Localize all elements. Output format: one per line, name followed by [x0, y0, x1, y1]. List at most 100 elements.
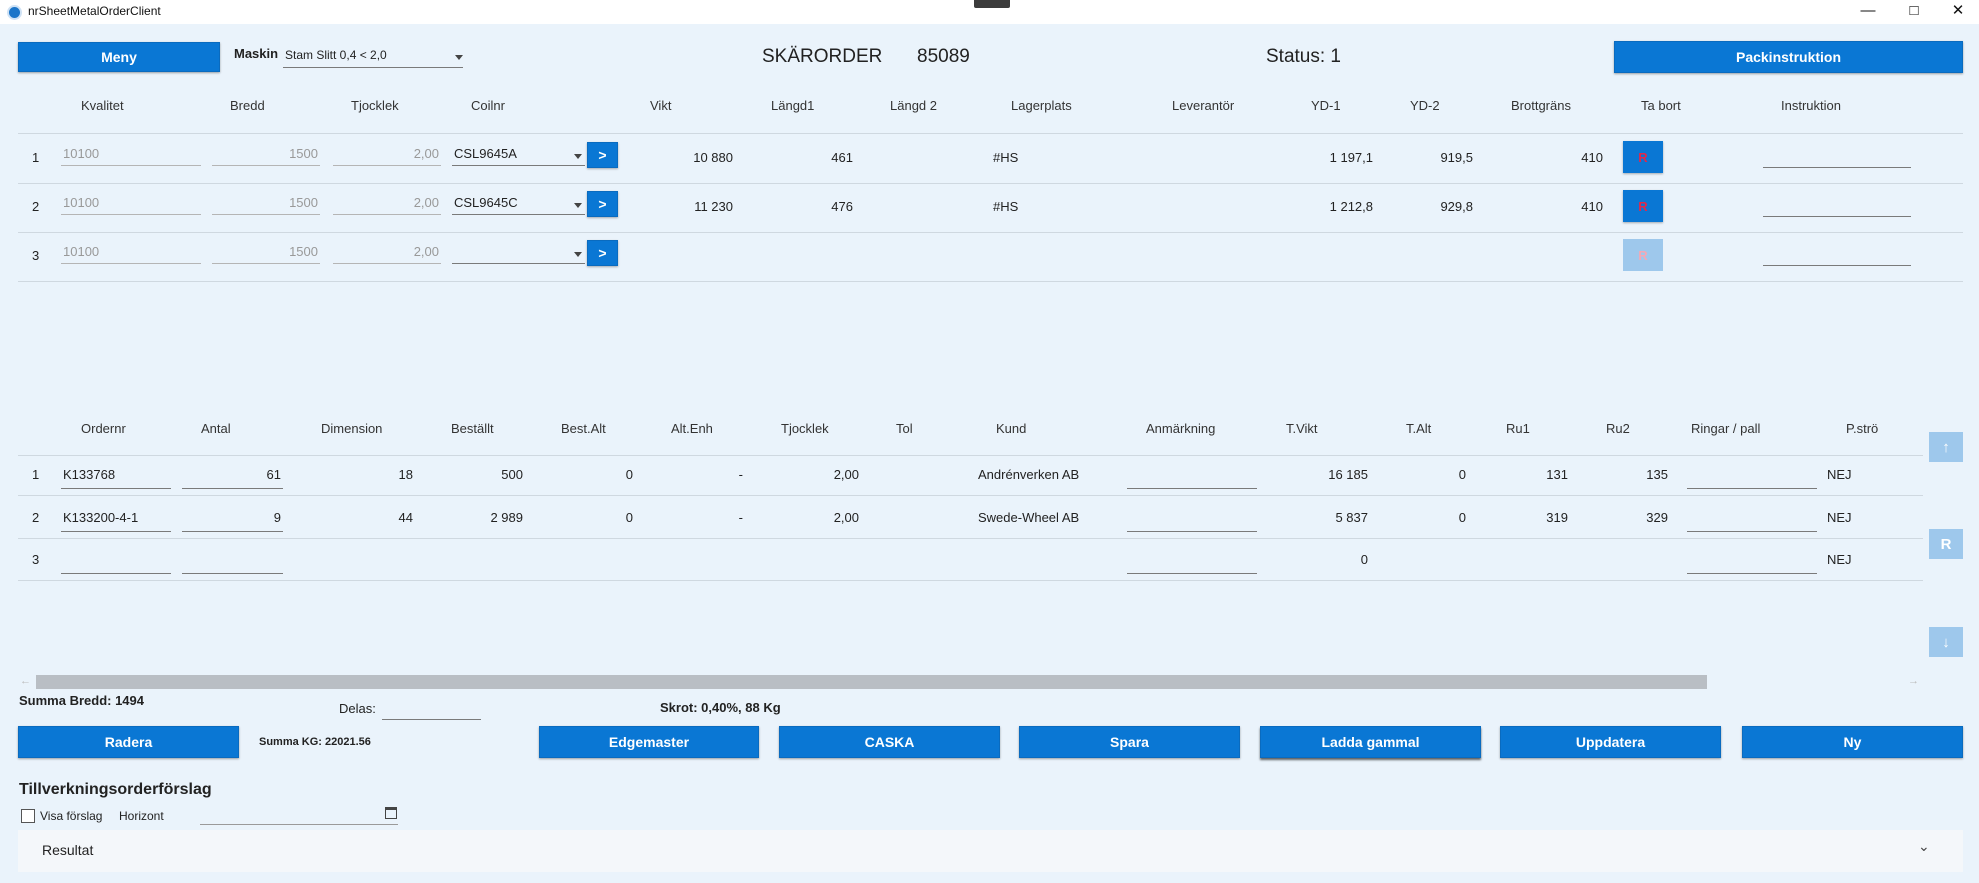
maximize-icon[interactable]: □ — [1891, 0, 1937, 24]
column-header-best-alt: Best.Alt — [561, 421, 606, 436]
width-field[interactable]: 1500 — [212, 244, 320, 264]
column-header-anmarkning: Anmärkning — [1146, 421, 1216, 436]
ordered-alt-value: 0 — [625, 510, 633, 525]
machine-select[interactable]: Stam Slitt 0,4 < 2,0 — [283, 48, 463, 68]
select-coil-button[interactable]: > — [587, 240, 618, 266]
remark-field[interactable] — [1127, 510, 1257, 532]
show-suggestion-checkbox[interactable] — [21, 809, 35, 823]
thickness-field[interactable]: 2,00 — [333, 146, 441, 166]
length1-value: 476 — [831, 199, 853, 214]
machine-select-value: Stam Slitt 0,4 < 2,0 — [285, 48, 387, 62]
storage-location: #HS — [993, 199, 1019, 214]
order-number-field[interactable]: K133200-4-1 — [61, 510, 171, 532]
delete-button[interactable]: Radera — [18, 726, 239, 758]
chevron-down-icon[interactable] — [574, 252, 582, 257]
column-header-yd2: YD-2 — [1410, 98, 1440, 113]
quantity-field[interactable]: 61 — [182, 467, 283, 489]
remove-order-row-button[interactable]: R — [1929, 529, 1963, 559]
column-header-yd1: YD-1 — [1311, 98, 1341, 113]
coil-select[interactable]: CSL9645C — [452, 195, 585, 215]
thickness-field[interactable]: 2,00 — [333, 195, 441, 215]
row-divider — [18, 455, 1923, 456]
chevron-down-icon[interactable]: ⌄ — [1918, 838, 1930, 855]
arrow-up-icon: ↑ — [1942, 438, 1950, 456]
column-header-brottgrans: Brottgräns — [1511, 98, 1571, 113]
quality-field[interactable]: 10100 — [61, 244, 201, 264]
column-header-bredd: Bredd — [230, 98, 265, 113]
chevron-down-icon[interactable] — [574, 154, 582, 159]
caska-button[interactable]: CASKA — [779, 726, 1000, 758]
thickness-field[interactable]: 2,00 — [333, 244, 441, 264]
yd1-value: 1 197,1 — [1329, 150, 1373, 165]
chevron-down-icon[interactable] — [455, 55, 463, 60]
update-button[interactable]: Uppdatera — [1500, 726, 1721, 758]
load-old-button[interactable]: Ladda gammal — [1260, 726, 1481, 758]
row-divider — [18, 538, 1923, 539]
select-coil-button[interactable]: > — [587, 191, 618, 217]
instruction-field[interactable] — [1763, 146, 1911, 168]
weight-value: 10 880 — [693, 150, 733, 165]
column-header-tjocklek: Tjocklek — [351, 98, 399, 113]
result-panel[interactable]: Resultat ⌄ — [18, 830, 1963, 872]
horizontal-scrollbar[interactable]: ← → — [18, 674, 1963, 690]
remove-coil-button[interactable]: R — [1623, 190, 1663, 222]
delas-field[interactable] — [382, 702, 481, 720]
show-suggestion-label: Visa förslag — [40, 809, 103, 823]
quality-field[interactable]: 10100 — [61, 146, 201, 166]
column-header-bestallt: Beställt — [451, 421, 494, 436]
new-button[interactable]: Ny — [1742, 726, 1963, 758]
coil-select[interactable] — [452, 244, 585, 264]
scroll-right-icon[interactable]: → — [1908, 675, 1919, 687]
summa-bredd: Summa Bredd: 1494 — [19, 693, 144, 708]
remark-field[interactable] — [1127, 552, 1257, 574]
order-number-field[interactable] — [61, 552, 171, 574]
machine-label: Maskin — [234, 46, 279, 61]
row-divider — [18, 495, 1923, 496]
rings-per-pallet-field[interactable] — [1687, 510, 1817, 532]
scroll-left-icon[interactable]: ← — [20, 675, 31, 687]
column-header-coilnr: Coilnr — [471, 98, 505, 113]
dimension-value: 18 — [398, 467, 413, 482]
move-down-button[interactable]: ↓ — [1929, 627, 1963, 657]
calendar-icon[interactable] — [385, 807, 397, 819]
yd2-value: 919,5 — [1440, 150, 1473, 165]
customer-value: Andrénverken AB — [978, 467, 1080, 482]
tensile-value: 410 — [1581, 150, 1603, 165]
row-divider — [18, 133, 1963, 134]
delas-label: Delas: — [339, 701, 376, 716]
width-field[interactable]: 1500 — [212, 195, 320, 215]
select-coil-button[interactable]: > — [587, 142, 618, 168]
rings-per-pallet-field[interactable] — [1687, 552, 1817, 574]
instruction-field[interactable] — [1763, 244, 1911, 266]
alt-unit-value: - — [738, 510, 743, 525]
remark-field[interactable] — [1127, 467, 1257, 489]
chevron-down-icon[interactable] — [574, 203, 582, 208]
menu-button[interactable]: Meny — [18, 42, 220, 72]
minimize-icon[interactable]: — — [1845, 0, 1891, 24]
scrollbar-thumb[interactable] — [36, 675, 1707, 689]
quantity-field[interactable]: 9 — [182, 510, 283, 532]
column-header-langd1: Längd1 — [771, 98, 815, 113]
close-icon[interactable]: ✕ — [1935, 0, 1979, 24]
column-header-kund: Kund — [996, 421, 1027, 436]
save-button[interactable]: Spara — [1019, 726, 1240, 758]
column-header-langd2: Längd 2 — [890, 98, 937, 113]
column-header-lagerplats: Lagerplats — [1011, 98, 1072, 113]
window-title: nrSheetMetalOrderClient — [28, 4, 161, 18]
remove-coil-button[interactable]: R — [1623, 141, 1663, 173]
order-title: SKÄRORDER — [762, 46, 883, 67]
width-field[interactable]: 1500 — [212, 146, 320, 166]
order-number-field[interactable]: K133768 — [61, 467, 171, 489]
edgemaster-button[interactable]: Edgemaster — [539, 726, 759, 758]
rings-per-pallet-field[interactable] — [1687, 467, 1817, 489]
coil-select[interactable]: CSL9645A — [452, 146, 585, 166]
quantity-field[interactable] — [182, 552, 283, 574]
instruction-field[interactable] — [1763, 195, 1911, 217]
remove-coil-button: R — [1623, 239, 1663, 271]
quality-field[interactable]: 10100 — [61, 195, 201, 215]
column-header-tjocklek: Tjocklek — [781, 421, 829, 436]
move-up-button[interactable]: ↑ — [1929, 432, 1963, 462]
row-number: 1 — [32, 467, 40, 482]
pack-instruction-button[interactable]: Packinstruktion — [1614, 41, 1963, 73]
horizon-date-field[interactable] — [200, 806, 398, 825]
